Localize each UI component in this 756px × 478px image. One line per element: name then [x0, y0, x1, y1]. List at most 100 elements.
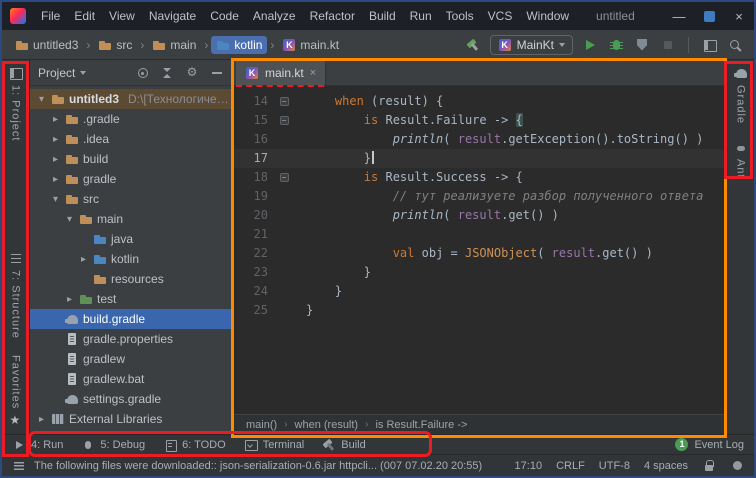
project-panel-title[interactable]: Project: [38, 66, 75, 80]
editor-tab-main-kt[interactable]: main.kt ×: [236, 60, 326, 85]
fold-icon[interactable]: −: [280, 97, 289, 106]
tree-item-gradle.properties[interactable]: gradle.properties: [30, 329, 233, 349]
maximize-button[interactable]: [694, 2, 724, 30]
tool-button-favorites[interactable]: Favorites: [9, 355, 23, 428]
settings-gear-button[interactable]: [184, 65, 200, 81]
tool-button-7-structure[interactable]: 7: Structure: [9, 251, 23, 339]
line-number[interactable]: 16: [234, 130, 276, 149]
line-number[interactable]: 17: [234, 149, 276, 168]
encoding-widget[interactable]: UTF-8: [599, 460, 630, 472]
editor-breadcrumb-main[interactable]: main(): [246, 419, 277, 431]
menu-file[interactable]: File: [34, 7, 67, 25]
code-line-16[interactable]: 16 println( result.getException().toStri…: [234, 130, 726, 149]
close-tab-icon[interactable]: ×: [310, 67, 316, 79]
inspections-icon[interactable]: [730, 459, 744, 473]
minimize-button[interactable]: —: [664, 2, 694, 30]
tool-button-gradle[interactable]: Gradle: [734, 66, 748, 124]
tree-item-external-libraries[interactable]: ▸External Libraries: [30, 409, 233, 429]
code-line-23[interactable]: 23 }: [234, 263, 726, 282]
tree-item-gradlew.bat[interactable]: gradlew.bat: [30, 369, 233, 389]
tree-item-gradle[interactable]: ▸gradle: [30, 169, 233, 189]
tool-button-6-todo[interactable]: 6: TODO: [163, 438, 226, 452]
tool-button-5-debug[interactable]: 5: Debug: [81, 438, 145, 452]
tree-item-build[interactable]: ▸build: [30, 149, 233, 169]
breadcrumb-main[interactable]: main: [147, 36, 201, 54]
tree-arrow-icon[interactable]: ▸: [50, 114, 61, 125]
tree-arrow-icon[interactable]: ▸: [50, 174, 61, 185]
menu-code[interactable]: Code: [203, 7, 246, 25]
tool-button-ant[interactable]: Ant: [734, 140, 748, 179]
line-number[interactable]: 22: [234, 244, 276, 263]
code-line-20[interactable]: 20 println( result.get() ): [234, 206, 726, 225]
line-number[interactable]: 14: [234, 92, 276, 111]
tree-item-resources[interactable]: resources: [30, 269, 233, 289]
tree-item-src[interactable]: ▾src: [30, 189, 233, 209]
editor-breadcrumb-is-result.failure[interactable]: is Result.Failure ->: [375, 419, 467, 431]
tree-item-.idea[interactable]: ▸.idea: [30, 129, 233, 149]
code-line-19[interactable]: 19 // тут реализуете разбор полученного …: [234, 187, 726, 206]
line-number[interactable]: 18: [234, 168, 276, 187]
coverage-button[interactable]: [631, 34, 653, 56]
build-button[interactable]: [462, 34, 484, 56]
tree-item-build.gradle[interactable]: build.gradle: [30, 309, 233, 329]
fold-icon[interactable]: −: [280, 116, 289, 125]
menu-window[interactable]: Window: [519, 7, 576, 25]
code-line-25[interactable]: 25}: [234, 301, 726, 320]
tree-arrow-icon[interactable]: ▾: [50, 194, 61, 205]
menu-build[interactable]: Build: [362, 7, 403, 25]
menu-run[interactable]: Run: [403, 7, 439, 25]
breadcrumb-untitled3[interactable]: untitled3: [10, 36, 83, 54]
breadcrumb-main.kt[interactable]: main.kt: [277, 36, 344, 54]
cursor-position-widget[interactable]: 17:10: [515, 460, 543, 472]
line-number[interactable]: 24: [234, 282, 276, 301]
tree-arrow-icon[interactable]: ▸: [78, 254, 89, 265]
run-button[interactable]: [579, 34, 601, 56]
tree-item-gradlew[interactable]: gradlew: [30, 349, 233, 369]
menu-navigate[interactable]: Navigate: [142, 7, 203, 25]
breadcrumb-kotlin[interactable]: kotlin: [211, 36, 267, 54]
code-line-24[interactable]: 24 }: [234, 282, 726, 301]
tree-arrow-icon[interactable]: ▾: [36, 94, 47, 105]
tree-arrow-icon[interactable]: ▸: [64, 294, 75, 305]
tool-button-4-run[interactable]: 4: Run: [12, 438, 63, 452]
debug-button[interactable]: [605, 34, 627, 56]
close-button[interactable]: ×: [724, 2, 754, 30]
tree-arrow-icon[interactable]: ▸: [36, 414, 47, 425]
code-line-15[interactable]: 15− is Result.Failure -> {: [234, 111, 726, 130]
menu-refactor[interactable]: Refactor: [303, 7, 362, 25]
code-line-22[interactable]: 22 val obj = JSONObject( result.get() ): [234, 244, 726, 263]
tree-arrow-icon[interactable]: ▾: [64, 214, 75, 225]
layout-button[interactable]: [698, 34, 720, 56]
menu-edit[interactable]: Edit: [67, 7, 102, 25]
event-log-button[interactable]: 1 Event Log: [675, 438, 744, 451]
tree-item-kotlin[interactable]: ▸kotlin: [30, 249, 233, 269]
tool-button-build[interactable]: Build: [322, 438, 365, 452]
line-number[interactable]: 15: [234, 111, 276, 130]
line-number[interactable]: 20: [234, 206, 276, 225]
tool-button-1-project[interactable]: 1: Project: [9, 66, 23, 141]
fold-icon[interactable]: −: [280, 173, 289, 182]
run-configuration-select[interactable]: MainKt: [490, 35, 573, 55]
tool-window-switcher-icon[interactable]: [12, 459, 26, 473]
breadcrumb-src[interactable]: src: [93, 36, 137, 54]
tree-arrow-icon[interactable]: ▸: [50, 134, 61, 145]
hide-button[interactable]: [209, 65, 225, 81]
locate-button[interactable]: [134, 65, 150, 81]
collapse-all-button[interactable]: [159, 65, 175, 81]
search-button[interactable]: [724, 34, 746, 56]
code-line-17[interactable]: 17 }: [234, 149, 726, 168]
menu-view[interactable]: View: [102, 7, 142, 25]
tree-item-.gradle[interactable]: ▸.gradle: [30, 109, 233, 129]
stop-button[interactable]: [657, 34, 679, 56]
line-number[interactable]: 19: [234, 187, 276, 206]
line-number[interactable]: 23: [234, 263, 276, 282]
menu-vcs[interactable]: VCS: [481, 7, 520, 25]
tree-item-settings.gradle[interactable]: settings.gradle: [30, 389, 233, 409]
editor-breadcrumb-when-result[interactable]: when (result): [295, 419, 359, 431]
line-separator-widget[interactable]: CRLF: [556, 460, 585, 472]
code-area[interactable]: 14− when (result) {15− is Result.Failure…: [234, 86, 726, 414]
tree-item-main[interactable]: ▾main: [30, 209, 233, 229]
code-line-14[interactable]: 14− when (result) {: [234, 92, 726, 111]
menu-tools[interactable]: Tools: [439, 7, 481, 25]
code-line-21[interactable]: 21: [234, 225, 726, 244]
